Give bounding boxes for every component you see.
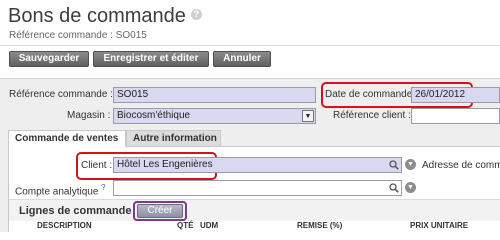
date-field[interactable]: 26/01/2012 <box>411 87 500 103</box>
create-button[interactable]: Créer <box>137 204 183 218</box>
page-title-text: Bons de commande <box>8 5 186 27</box>
date-label: Date de commande : <box>325 89 418 100</box>
order-reference-subtitle: Référence commande : SO015 <box>9 30 147 41</box>
cancel-button[interactable]: Annuler <box>213 51 271 67</box>
client-ref-label: Référence client : <box>333 110 411 121</box>
toolbar-divider <box>0 45 500 46</box>
store-label: Magasin : <box>67 110 111 121</box>
help-icon[interactable]: ? <box>190 9 202 21</box>
col-description[interactable]: DESCRIPTION <box>37 221 92 230</box>
analytic-help-icon[interactable]: ? <box>101 183 105 192</box>
col-unit-price[interactable]: PRIX UNITAIRE <box>410 221 468 230</box>
search-icon[interactable] <box>389 183 399 193</box>
delivery-address-label: Adresse de comma <box>422 160 500 171</box>
client-ref-field[interactable] <box>411 108 500 124</box>
store-select[interactable]: Biocosm'éthique <box>113 108 316 124</box>
search-icon[interactable] <box>389 160 399 170</box>
client-dropdown-icon[interactable]: ▼ <box>405 159 416 170</box>
page-title: Bons de commande? <box>8 2 202 30</box>
analytic-dropdown-icon[interactable]: ▼ <box>405 182 416 193</box>
save-edit-button[interactable]: Enregistrer et éditer <box>93 51 209 67</box>
client-field[interactable]: Hôtel Les Engenières <box>113 157 402 173</box>
client-label: Client : <box>81 160 113 171</box>
save-button[interactable]: Sauvegarder <box>9 51 89 67</box>
analytic-label-text: Compte analytique <box>15 186 99 198</box>
col-uom[interactable]: UDM <box>200 221 218 230</box>
col-discount[interactable]: REMISE (%) <box>297 221 342 230</box>
order-lines-title: Lignes de commande <box>19 205 132 217</box>
analytic-label: Compte analytique ? <box>15 181 106 199</box>
chevron-down-icon[interactable]: ▼ <box>302 110 314 122</box>
ref-label: Référence commande : <box>9 89 113 100</box>
col-qty[interactable]: QTÉ <box>177 221 193 230</box>
analytic-field[interactable] <box>113 180 402 196</box>
ref-field[interactable]: SO015 <box>113 87 316 103</box>
tab-other-info[interactable]: Autre information <box>126 130 221 147</box>
tab-sales-order[interactable]: Commande de ventes <box>8 130 126 147</box>
